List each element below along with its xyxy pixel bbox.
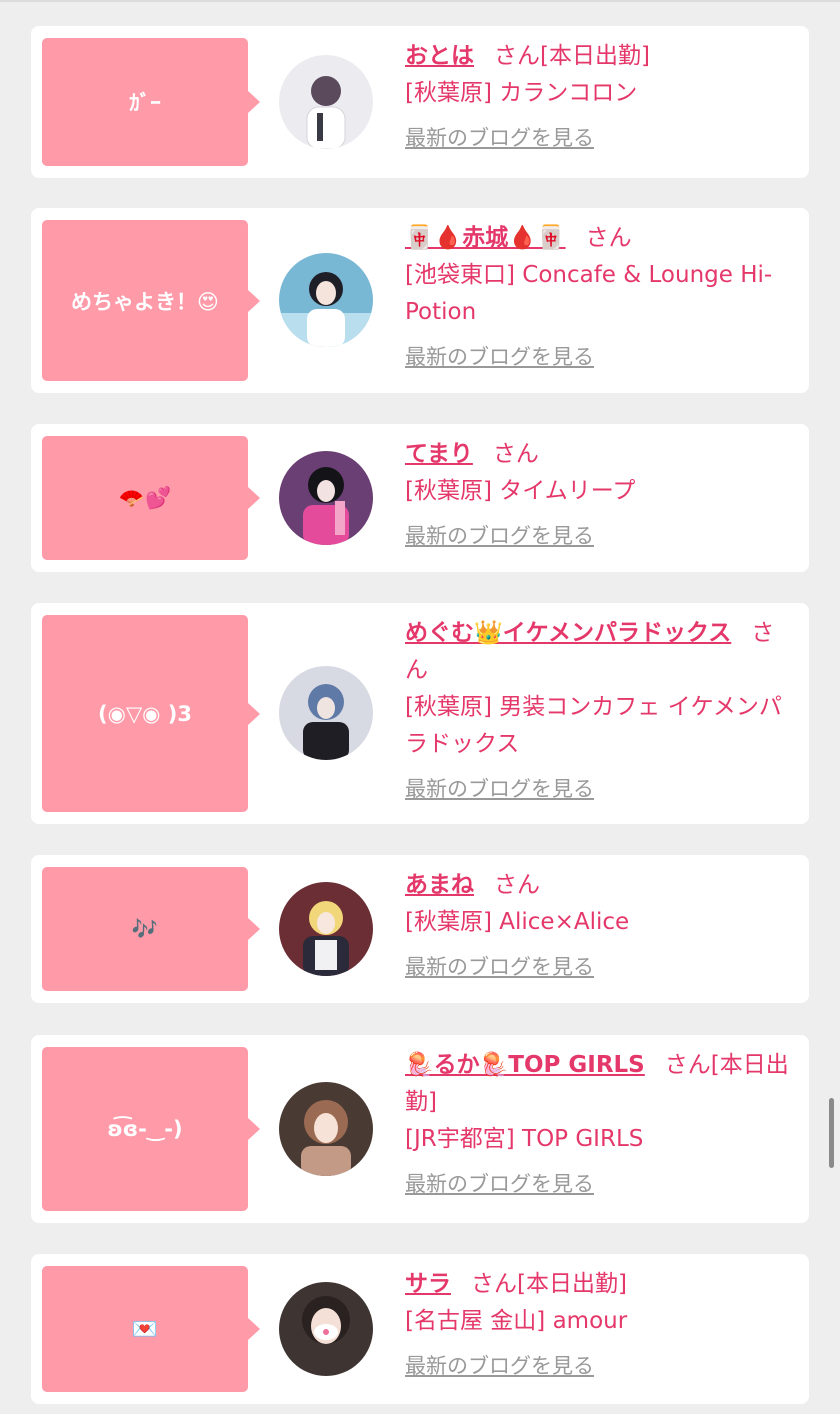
latest-blog-link[interactable]: 最新のブログを見る bbox=[405, 518, 594, 555]
latest-blog-link[interactable]: 最新のブログを見る bbox=[405, 1166, 594, 1203]
latest-blog-link[interactable]: 最新のブログを見る bbox=[405, 771, 594, 808]
avatar[interactable] bbox=[279, 451, 373, 545]
avatar-photo bbox=[279, 451, 373, 545]
cast-card[interactable]: 🪭💕 てまり さん [秋葉原] タイムリープ 最新のブログを見る bbox=[31, 424, 809, 572]
comment-bubble: ʚ͡ɞ-‿-) bbox=[42, 1047, 260, 1211]
latest-blog-link[interactable]: 最新のブログを見る bbox=[405, 120, 594, 157]
avatar[interactable] bbox=[279, 253, 373, 347]
honorific: さん[本日出勤] bbox=[471, 1271, 627, 1297]
avatar-photo bbox=[279, 666, 373, 760]
avatar-photo bbox=[279, 55, 373, 149]
comment-bubble: (◉▽◉ )3 bbox=[42, 615, 260, 812]
honorific: さん bbox=[585, 225, 632, 251]
scrollbar[interactable] bbox=[829, 1098, 834, 1168]
cast-info: あまね さん [秋葉原] Alice×Alice 最新のブログを見る bbox=[405, 867, 795, 986]
shop-name: [秋葉原] タイムリープ bbox=[405, 478, 636, 504]
cast-info: めぐむ👑イケメンパラドックス さん [秋葉原] 男装コンカフェ イケメンパラドック… bbox=[405, 615, 795, 808]
cast-name-link[interactable]: サラ bbox=[405, 1271, 451, 1297]
latest-blog-link[interactable]: 最新のブログを見る bbox=[405, 339, 594, 376]
shop-name: [秋葉原] 男装コンカフェ イケメンパラドックス bbox=[405, 694, 782, 757]
comment-bubble: ｶﾞｰ bbox=[42, 38, 260, 166]
cast-info: 🪼るか🪼TOP GIRLS さん[本日出勤] [JR宇都宮] TOP GIRLS … bbox=[405, 1047, 795, 1203]
comment-bubble: 💌 bbox=[42, 1266, 260, 1392]
cast-name-link[interactable]: てまり bbox=[405, 441, 473, 467]
latest-blog-link[interactable]: 最新のブログを見る bbox=[405, 1348, 594, 1385]
cast-card[interactable]: めちゃよき！😍 🀄🩸赤城🩸🀄 さん [池袋東口] Concafe & Lounge… bbox=[31, 208, 809, 393]
avatar-photo bbox=[279, 1282, 373, 1376]
avatar-photo bbox=[279, 1082, 373, 1176]
latest-blog-link[interactable]: 最新のブログを見る bbox=[405, 949, 594, 986]
avatar[interactable] bbox=[279, 882, 373, 976]
avatar-photo bbox=[279, 882, 373, 976]
shop-name: [JR宇都宮] TOP GIRLS bbox=[405, 1126, 644, 1152]
cast-card[interactable]: ｶﾞｰ おとは さん[本日出勤] [秋葉原] カランコロン 最新のブログを見る bbox=[31, 26, 809, 178]
cast-name-link[interactable]: おとは bbox=[405, 43, 474, 69]
shop-name: [秋葉原] カランコロン bbox=[405, 80, 638, 106]
top-divider bbox=[0, 0, 840, 2]
cast-name-link[interactable]: 🀄🩸赤城🩸🀄 bbox=[405, 225, 566, 251]
cast-info: サラ さん[本日出勤] [名古屋 金山] amour 最新のブログを見る bbox=[405, 1266, 795, 1385]
shop-name: [池袋東口] Concafe & Lounge Hi-Potion bbox=[405, 262, 773, 325]
shop-name: [名古屋 金山] amour bbox=[405, 1308, 628, 1334]
cast-name-link[interactable]: 🪼るか🪼TOP GIRLS bbox=[405, 1052, 645, 1078]
avatar[interactable] bbox=[279, 1082, 373, 1176]
cast-card[interactable]: ʚ͡ɞ-‿-) 🪼るか🪼TOP GIRLS さん[本日出勤] [JR宇都宮] TO… bbox=[31, 1035, 809, 1223]
cast-card[interactable]: (◉▽◉ )3 めぐむ👑イケメンパラドックス さん [秋葉原] 男装コンカフェ イ… bbox=[31, 603, 809, 824]
cast-info: 🀄🩸赤城🩸🀄 さん [池袋東口] Concafe & Lounge Hi-Poti… bbox=[405, 220, 795, 376]
comment-bubble: 🎶 bbox=[42, 867, 260, 991]
avatar-photo bbox=[279, 253, 373, 347]
honorific: さん bbox=[492, 441, 539, 467]
honorific: さん[本日出勤] bbox=[494, 43, 650, 69]
cast-info: おとは さん[本日出勤] [秋葉原] カランコロン 最新のブログを見る bbox=[405, 38, 795, 157]
avatar[interactable] bbox=[279, 55, 373, 149]
comment-bubble: 🪭💕 bbox=[42, 436, 260, 560]
avatar[interactable] bbox=[279, 666, 373, 760]
avatar[interactable] bbox=[279, 1282, 373, 1376]
cast-info: てまり さん [秋葉原] タイムリープ 最新のブログを見る bbox=[405, 436, 795, 555]
cast-card[interactable]: 🎶 あまね さん [秋葉原] Alice×Alice 最新のブログを見る bbox=[31, 855, 809, 1003]
cast-card[interactable]: 💌 サラ さん[本日出勤] [名古屋 金山] amour 最新のブログを見る bbox=[31, 1254, 809, 1404]
cast-name-link[interactable]: めぐむ👑イケメンパラドックス bbox=[405, 620, 731, 646]
comment-bubble: めちゃよき！😍 bbox=[42, 220, 260, 381]
shop-name: [秋葉原] Alice×Alice bbox=[405, 909, 630, 935]
honorific: さん bbox=[494, 872, 540, 898]
cast-name-link[interactable]: あまね bbox=[405, 872, 474, 898]
